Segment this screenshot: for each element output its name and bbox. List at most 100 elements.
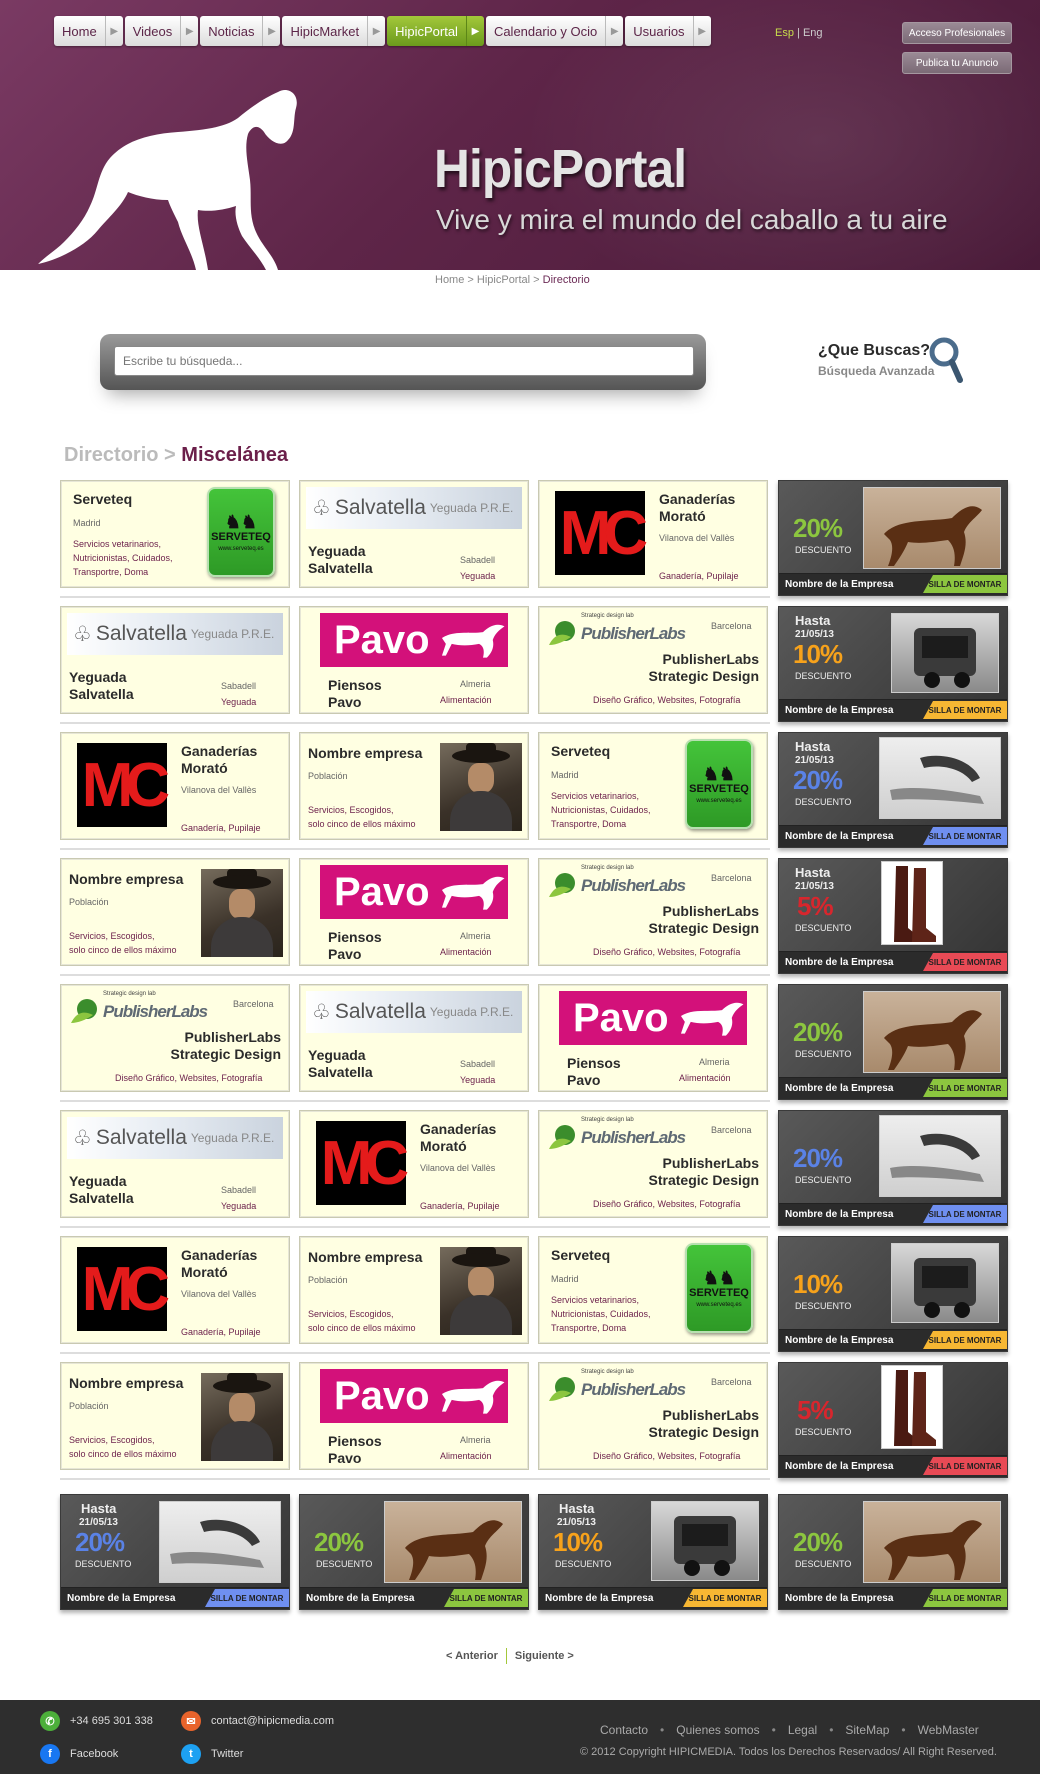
boots-photo [881,861,943,945]
company-name: Yeguada Salvatella [69,1173,134,1206]
nav-usuarios[interactable]: Usuarios ▶ [625,16,711,46]
company-card-pavo[interactable]: Pavo Piensos Pavo Almeria Alimentación [538,984,768,1092]
company-card-publisherlabs[interactable]: PublisherLabs Strategic design lab Barcel… [538,1362,768,1470]
company-card-publisherlabs[interactable]: PublisherLabs Strategic design lab Barcel… [538,606,768,714]
company-card-generic[interactable]: Nombre empresa Población Servicios, Esco… [60,1362,290,1470]
promo-card[interactable]: 20% DESCUENTO Nombre de la Empresa SILLA… [778,984,1008,1100]
lang-es[interactable]: Esp [775,27,794,39]
site-brand-title: HipicPortal [434,139,687,199]
company-name: Ganaderías Morató [420,1121,497,1154]
promo-card[interactable]: 5% DESCUENTO Nombre de la Empresa SILLA … [778,1362,1008,1478]
company-card-salvatella[interactable]: ♧ Salvatella Yeguada P.R.E. Yeguada Salvate… [60,606,290,714]
row-divider [60,848,770,850]
row-divider [60,974,770,976]
promo-card[interactable]: 20% DESCUENTO Nombre de la Empresa SILLA… [778,480,1008,596]
promo-card[interactable]: Hasta 21/05/13 10% DESCUENTO Nombre de l… [778,606,1008,722]
next-page-link[interactable]: Siguiente > [515,1650,574,1662]
directory-label[interactable]: Directorio [64,444,158,466]
search-input[interactable] [114,346,694,376]
promo-company-name: Nombre de la Empresa [785,1593,894,1604]
lang-en[interactable]: Eng [803,27,823,39]
horse-photo [863,487,1001,569]
advanced-search-link[interactable]: Búsqueda Avanzada [818,364,934,378]
company-name: Piensos Pavo [328,929,382,962]
company-location: Madrid [551,1274,579,1284]
hasta-label: Hasta [795,613,831,628]
company-card-serveteq[interactable]: Serveteq Madrid Servicios vetarinarios, N… [538,732,768,840]
discount-percent: 20% [793,765,843,795]
company-name: Piensos Pavo [328,1433,382,1466]
trailer-photo [891,613,999,693]
promo-card[interactable]: 20% DESCUENTO Nombre de la Empresa SILLA… [778,1110,1008,1226]
company-card-generic[interactable]: Nombre empresa Población Servicios, Esco… [299,1236,529,1344]
company-location: Vilanova del Vallès [659,533,735,543]
hasta-label: Hasta [795,739,831,754]
promo-card[interactable]: 10% DESCUENTO Nombre de la Empresa SILLA… [778,1236,1008,1352]
company-card-pavo[interactable]: Pavo Piensos Pavo Almeria Alimentación [299,1362,529,1470]
acceso-profesionales-button[interactable]: Acceso Profesionales [902,22,1012,44]
nav-noticias[interactable]: Noticias ▶ [200,16,281,46]
promo-card[interactable]: 20% DESCUENTO Nombre de la Empresa SILLA… [299,1494,529,1610]
publica-anuncio-button[interactable]: Publica tu Anuncio [902,52,1012,74]
promo-card[interactable]: Hasta 21/05/13 20% DESCUENTO Nombre de l… [60,1494,290,1610]
promo-card[interactable]: Hasta 21/05/13 5% DESCUENTO Nombre de la… [778,858,1008,974]
footer-link-sitemap[interactable]: SiteMap [845,1723,889,1737]
company-name: Yeguada Salvatella [308,543,373,576]
footer-link-quienes-somos[interactable]: Quienes somos [676,1723,759,1737]
company-card-serveteq[interactable]: Serveteq Madrid Servicios vetarinarios, N… [60,480,290,588]
company-services: Diseño Gráfico, Websites, Fotografía [115,1073,263,1083]
pavo-logo: Pavo [559,991,747,1045]
company-card-morato[interactable]: MC Ganaderías Morató Vilanova del Vallès … [60,1236,290,1344]
facebook-icon[interactable]: f [40,1744,60,1764]
prev-page-link[interactable]: < Anterior [446,1650,498,1662]
company-card-salvatella[interactable]: ♧ Salvatella Yeguada P.R.E. Yeguada Salvate… [299,480,529,588]
company-services: Servicios vetarinarios, Nutricionistas, C… [73,539,173,577]
company-card-pavo[interactable]: Pavo Piensos Pavo Almeria Alimentación [299,606,529,714]
promo-card[interactable]: Hasta 21/05/13 20% DESCUENTO Nombre de l… [778,732,1008,848]
company-card-salvatella[interactable]: ♧ Salvatella Yeguada P.R.E. Yeguada Salvate… [60,1110,290,1218]
footer-link-legal[interactable]: Legal [788,1723,817,1737]
rider-photo [201,869,283,957]
company-card-pavo[interactable]: Pavo Piensos Pavo Almeria Alimentación [299,858,529,966]
footer-twitter[interactable]: Twitter [211,1748,243,1760]
company-card-publisherlabs[interactable]: PublisherLabs Strategic design lab Barcel… [60,984,290,1092]
footer-link-contacto[interactable]: Contacto [600,1723,648,1737]
footer-facebook[interactable]: Facebook [70,1748,118,1760]
breadcrumb-portal[interactable]: HipicPortal [477,274,530,286]
nav-videos[interactable]: Videos ▶ [124,16,199,46]
nav-home[interactable]: Home ▶ [54,16,123,46]
publisherlabs-logo: PublisherLabs Strategic design lab [69,991,208,1027]
company-card-salvatella[interactable]: ♧ Salvatella Yeguada P.R.E. Yeguada Salvate… [299,984,529,1092]
stirrup-photo [159,1501,281,1583]
row-divider [60,722,770,724]
discount-label: DESCUENTO [795,923,852,933]
footer-link-webmaster[interactable]: WebMaster [918,1723,979,1737]
nav-label: Calendario y Ocio [493,23,598,39]
footer-email[interactable]: contact@hipicmedia.com [211,1715,334,1727]
twitter-icon[interactable]: t [181,1744,201,1764]
company-card-publisherlabs[interactable]: PublisherLabs Strategic design lab Barcel… [538,1110,768,1218]
company-card-morato[interactable]: MC Ganaderías Morató Vilanova del Vallès … [60,732,290,840]
company-location: Sabadell [221,1185,257,1195]
company-name: Nombre empresa [69,1375,184,1391]
breadcrumb: Home > HipicPortal > Directorio [435,274,590,286]
company-card-serveteq[interactable]: Serveteq Madrid Servicios vetarinarios, N… [538,1236,768,1344]
company-card-generic[interactable]: Nombre empresa Población Servicios, Esco… [60,858,290,966]
magnifier-icon[interactable] [928,336,968,386]
company-card-morato[interactable]: MC Ganaderías Morató Vilanova del Vallès … [299,1110,529,1218]
company-card-generic[interactable]: Nombre empresa Población Servicios, Esco… [299,732,529,840]
breadcrumb-home[interactable]: Home [435,274,464,286]
pagination: < Anterior Siguiente > [446,1648,574,1664]
discount-percent: 20% [793,1017,843,1047]
promo-card[interactable]: Hasta 21/05/13 10% DESCUENTO Nombre de l… [538,1494,768,1610]
main-nav: Home ▶ Videos ▶ Noticias ▶ HipicMarket ▶ Hip… [54,16,711,46]
discount-percent: 20% [793,513,843,543]
company-card-publisherlabs[interactable]: PublisherLabs Strategic design lab Barcel… [538,858,768,966]
company-card-morato[interactable]: MC Ganaderías Morató Vilanova del Vallès … [538,480,768,588]
company-name: PublisherLabs Strategic Design [648,1155,759,1188]
company-location: Almeria [460,1435,491,1445]
promo-card[interactable]: 20% DESCUENTO Nombre de la Empresa SILLA… [778,1494,1008,1610]
nav-calendario[interactable]: Calendario y Ocio ▶ [485,16,624,46]
nav-hipicmarket[interactable]: HipicMarket ▶ [282,16,386,46]
nav-hipicportal[interactable]: HipicPortal ▶ [387,16,484,46]
